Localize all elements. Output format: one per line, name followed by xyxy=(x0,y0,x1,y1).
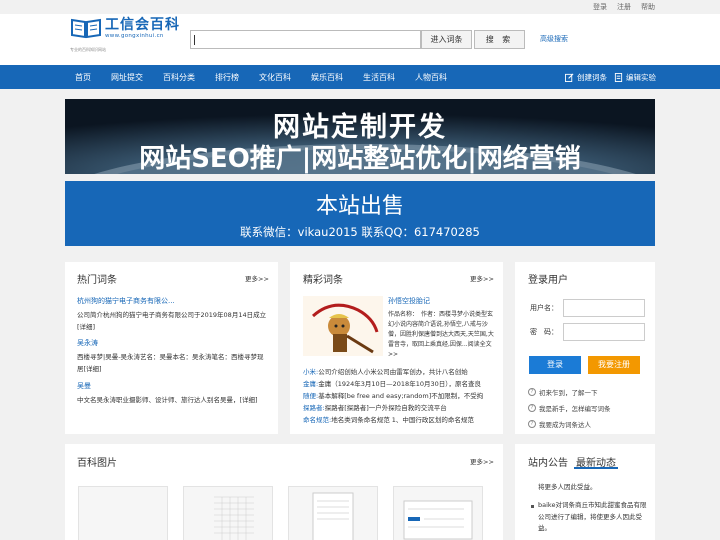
edit-lab-link[interactable]: 编辑实验 xyxy=(614,72,656,83)
screenshot-image xyxy=(403,500,473,540)
password-field[interactable] xyxy=(563,323,645,341)
nav-life[interactable]: 生活百科 xyxy=(363,72,395,83)
hot-entries-title: 热门词条 xyxy=(77,275,117,286)
password-label: 密 码： xyxy=(530,328,558,336)
featured-headline[interactable]: 孙悟空投胎记 xyxy=(388,296,430,307)
search-button[interactable]: 搜 索 xyxy=(474,30,525,49)
hot-more-link[interactable]: 更多>> xyxy=(245,273,269,283)
sun-wukong-image[interactable] xyxy=(303,296,383,356)
picture-thumbnail[interactable] xyxy=(78,486,168,540)
top-links: 登录 注册 帮助 xyxy=(593,2,655,12)
picture-thumbnail[interactable] xyxy=(183,486,273,540)
register-button[interactable]: 我要注册 xyxy=(588,356,640,374)
help-link-expert[interactable]: ? 我要成为词条达人 xyxy=(528,419,591,429)
logo-url: www.gongxinhui.cn xyxy=(105,32,164,39)
hot-entry-desc: 中文名吴永涛职业摄影师、设计师、旅行达人别名吴曼，[详细] xyxy=(77,396,258,404)
username-field[interactable] xyxy=(563,299,645,317)
logo-tagline: 专业的百科知识网站 xyxy=(70,47,106,52)
nav-entertainment[interactable]: 娱乐百科 xyxy=(311,72,343,83)
help-link[interactable]: 帮助 xyxy=(641,2,655,12)
bullet-icon xyxy=(531,505,534,508)
banner1-line2: 网站SEO推广|网站整站优化|网络营销 xyxy=(139,144,581,174)
advanced-search-link[interactable]: 高级搜索 xyxy=(540,34,568,44)
banner-site-sale[interactable]: 本站出售 联系微信：vikau2015 联系QQ：617470285 xyxy=(65,181,655,246)
list-item[interactable]: 小米:公司介绍创始人小米公司由雷军创办，共计八名创始 xyxy=(303,367,496,379)
hot-entry-title[interactable]: 杭州狗的猫宁电子商务有限公... xyxy=(77,296,175,307)
question-icon: ? xyxy=(528,420,536,428)
notice-item: baike对词条商丘市知此甜蜜食品有限公司进行了编辑，将使更多人因此受益。 xyxy=(538,501,647,532)
login-title: 登录用户 xyxy=(528,275,568,286)
banner2-line1: 本站出售 xyxy=(315,194,404,219)
grid-image xyxy=(214,496,254,540)
tab-notice[interactable]: 站内公告 xyxy=(528,454,568,469)
text-caret xyxy=(194,35,195,45)
hot-entry-desc: 公司简介杭州狗的猫宁电子商务有限公司于2019年08月14日成立[详细] xyxy=(77,311,267,331)
document-image xyxy=(312,492,354,540)
featured-more-link[interactable]: 更多>> xyxy=(470,273,494,283)
document-icon xyxy=(614,73,623,82)
question-icon: ? xyxy=(528,404,536,412)
help-link-newbie[interactable]: ? 我是新手，怎样编写词条 xyxy=(528,403,611,413)
book-icon xyxy=(71,18,101,39)
register-link[interactable]: 注册 xyxy=(617,2,631,12)
tab-underline xyxy=(574,467,618,469)
question-icon: ? xyxy=(528,388,536,396)
login-button[interactable]: 登录 xyxy=(529,356,581,374)
featured-title: 精彩词条 xyxy=(303,275,343,286)
hot-entry-desc: 西楼寻梦|吴曼-吴永涛艺名：吴曼本名：吴永涛笔名：西楼寻梦现居[详细] xyxy=(77,353,264,373)
list-item[interactable]: 金庸:金庸（1924年3月10日—2018年10月30日），原名查良 xyxy=(303,379,496,391)
edit-lab-label: 编辑实验 xyxy=(626,73,656,82)
nav-home[interactable]: 首页 xyxy=(75,72,91,83)
picture-thumbnail[interactable] xyxy=(288,486,378,540)
enter-entry-button[interactable]: 进入词条 xyxy=(421,30,472,49)
hot-entry-title[interactable]: 吴曼 xyxy=(77,381,91,392)
list-item[interactable]: 命名规范:地名类词条命名规范 1、中国行政区划的命名规范 xyxy=(303,415,496,427)
nav-culture[interactable]: 文化百科 xyxy=(259,72,291,83)
help-link-intro[interactable]: ? 初来乍到，了解一下 xyxy=(528,387,598,397)
nav-people[interactable]: 人物百科 xyxy=(415,72,447,83)
list-item[interactable]: 探路者:探路者[探路者]一户外探险自救的交流平台 xyxy=(303,403,496,415)
hot-entry-title[interactable]: 吴永涛 xyxy=(77,338,98,349)
notice-item: 将更多人因此受益。 xyxy=(538,483,597,491)
featured-headline-desc: 作品名称： 作者：西楼寻梦小说类型玄幻小说内容简介语说,孙悟空,八戒与沙僧，因胜… xyxy=(388,311,494,358)
picture-thumbnail[interactable] xyxy=(393,486,483,540)
list-item[interactable]: 随便:基本解释[be free and easy;random]不加限制，不受拘 xyxy=(303,391,496,403)
site-logo[interactable]: 工信会百科 www.gongxinhui.cn xyxy=(70,17,180,39)
create-entry-link[interactable]: 创建词条 xyxy=(565,72,607,83)
banner2-line2: 联系微信：vikau2015 联系QQ：617470285 xyxy=(240,225,480,239)
search-input[interactable] xyxy=(190,30,421,49)
logo-title: 工信会百科 xyxy=(105,16,180,33)
pictures-title: 百科图片 xyxy=(77,458,117,469)
nav-bar xyxy=(0,65,720,89)
pictures-more-link[interactable]: 更多>> xyxy=(470,456,494,466)
nav-submit-url[interactable]: 网址提交 xyxy=(111,72,143,83)
nav-ranking[interactable]: 排行榜 xyxy=(215,72,239,83)
nav-categories[interactable]: 百科分类 xyxy=(163,72,195,83)
edit-icon xyxy=(565,73,574,82)
create-entry-label: 创建词条 xyxy=(577,73,607,82)
username-label: 用户名： xyxy=(530,304,558,312)
banner-website-dev[interactable]: 网站定制开发 网站SEO推广|网站整站优化|网络营销 xyxy=(65,99,655,174)
login-link[interactable]: 登录 xyxy=(593,2,607,12)
